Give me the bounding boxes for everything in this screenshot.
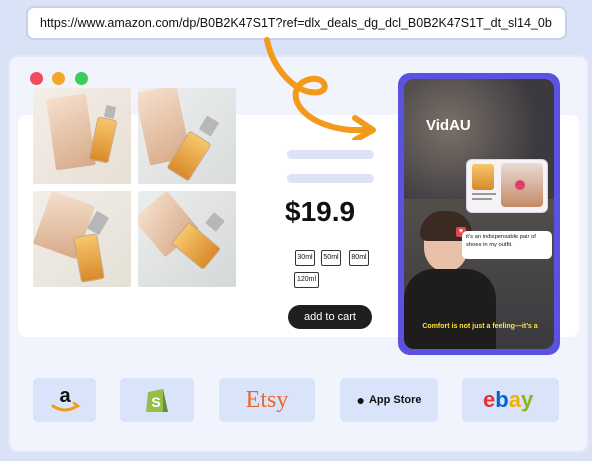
ebay-store-button[interactable]: ebay [462, 378, 559, 422]
speech-bubble: it’s an indispensable pair of shoes in m… [462, 231, 552, 259]
svg-text:a: a [59, 385, 71, 407]
bottle-cap [198, 115, 220, 137]
perfume-box [46, 93, 96, 171]
product-image-3[interactable] [33, 191, 131, 287]
app-store-button[interactable]: ● App Store [340, 378, 438, 422]
perfume-thumbnail [472, 164, 494, 190]
presenter-body [404, 269, 496, 349]
vidau-logo: VidAU [426, 117, 471, 134]
apple-icon: ● [356, 392, 365, 408]
etsy-store-button[interactable]: Etsy [219, 378, 315, 422]
maximize-window-dot[interactable] [75, 72, 88, 85]
amazon-logo-icon: a [51, 385, 81, 412]
add-to-cart-button[interactable]: add to cart [288, 305, 372, 329]
product-price: $19.9 [285, 196, 356, 227]
product-image-4[interactable] [138, 191, 236, 287]
app-store-label: App Store [368, 394, 422, 406]
video-caption: Comfort is not just a feeling—it’s a [422, 323, 538, 330]
perfume-bottle [73, 233, 105, 283]
card-text-line [472, 198, 492, 200]
size-option-50ml[interactable]: 50ml [321, 250, 341, 266]
title-placeholder-line [287, 150, 374, 159]
perfume-bottle [88, 116, 118, 164]
close-window-dot[interactable] [30, 72, 43, 85]
size-option-80ml[interactable]: 80ml [349, 250, 369, 266]
ebay-logo-icon: ebay [483, 387, 534, 412]
play-icon[interactable] [515, 180, 525, 190]
card-text-line [472, 193, 496, 195]
product-image-1[interactable] [33, 88, 131, 184]
minimize-window-dot[interactable] [52, 72, 65, 85]
product-preview-card [466, 159, 548, 213]
bottle-cap [103, 105, 117, 119]
shopify-store-button[interactable]: S [120, 378, 194, 422]
curved-arrow-icon [264, 37, 376, 140]
size-option-30ml[interactable]: 30ml [295, 250, 315, 266]
product-image-2[interactable] [138, 88, 236, 184]
svg-text:S: S [151, 394, 160, 410]
amazon-store-button[interactable]: a [33, 378, 96, 422]
shopify-logo-icon: S [146, 389, 168, 412]
address-bar-url: https://www.amazon.com/dp/B0B2K47S1T?ref… [40, 16, 552, 30]
bottle-cap [205, 212, 225, 232]
svg-text:ebay: ebay [483, 387, 534, 412]
etsy-logo-text: Etsy [245, 386, 289, 413]
video-screen[interactable]: VidAU ♥ it’s an indispensable pair of sh… [404, 79, 554, 349]
subtitle-placeholder-line [287, 174, 374, 183]
size-option-120ml[interactable]: 120ml [294, 272, 319, 288]
video-phone-frame: VidAU ♥ it’s an indispensable pair of sh… [398, 73, 560, 355]
